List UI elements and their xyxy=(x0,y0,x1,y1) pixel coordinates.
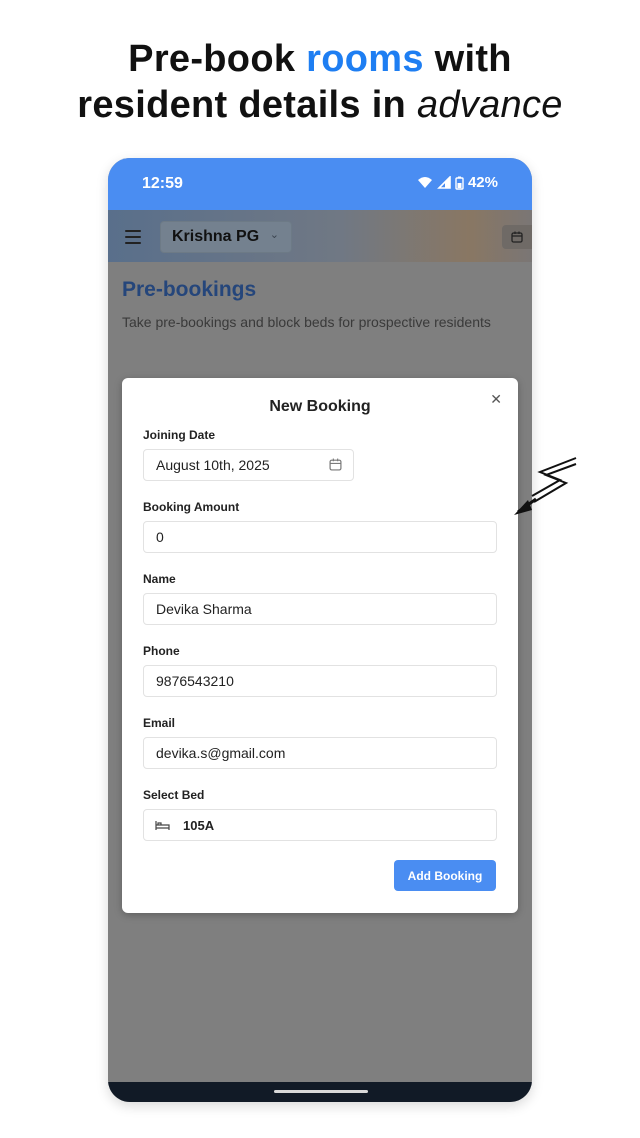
bed-icon xyxy=(155,820,170,831)
email-value: devika.s@gmail.com xyxy=(156,745,286,761)
property-select-label: Krishna PG xyxy=(172,228,260,245)
calendar-icon xyxy=(511,231,523,243)
phone-value: 9876543210 xyxy=(156,673,234,689)
name-label: Name xyxy=(143,572,176,586)
bed-select[interactable]: 105A xyxy=(143,809,497,841)
booking-amount-label: Booking Amount xyxy=(143,500,240,514)
pointer-arrow-icon xyxy=(514,457,577,515)
status-bar: 12:59 42% xyxy=(108,158,532,210)
page-title: Pre-bookings xyxy=(122,278,257,301)
headline-text: resident details in xyxy=(77,84,417,126)
select-bed-label: Select Bed xyxy=(143,788,205,802)
status-time: 12:59 xyxy=(142,175,183,192)
hamburger-icon[interactable] xyxy=(125,230,141,244)
joining-date-label: Joining Date xyxy=(143,428,216,442)
booking-amount-value: 0 xyxy=(156,529,164,545)
headline-text: with xyxy=(423,38,512,80)
name-field[interactable]: Devika Sharma xyxy=(143,593,497,625)
headline-accent: rooms xyxy=(306,38,424,80)
dialog-title: New Booking xyxy=(269,398,371,415)
phone-field[interactable]: 9876543210 xyxy=(143,665,497,697)
calendar-button[interactable] xyxy=(502,225,532,249)
joining-date-value: August 10th, 2025 xyxy=(156,457,270,473)
navigation-bar xyxy=(108,1082,532,1102)
wifi-icon xyxy=(417,177,432,188)
add-booking-button[interactable]: Add Booking xyxy=(394,860,496,891)
email-field[interactable]: devika.s@gmail.com xyxy=(143,737,497,769)
booking-amount-field[interactable]: 0 xyxy=(143,521,497,553)
joining-date-picker[interactable]: August 10th, 2025 xyxy=(143,449,354,481)
bed-value: 105A xyxy=(183,817,215,833)
headline-line-2: resident details in advance xyxy=(0,82,640,128)
close-icon[interactable]: ✕ xyxy=(490,391,502,408)
phone-label: Phone xyxy=(143,644,180,658)
battery-percent: 42% xyxy=(467,174,498,191)
name-value: Devika Sharma xyxy=(156,601,252,617)
new-booking-dialog: New Booking ✕ Joining Date August 10th, … xyxy=(122,378,518,913)
status-icons: 42% xyxy=(417,174,498,191)
calendar-icon xyxy=(329,458,342,471)
promo-headline: Pre-book rooms with resident details in … xyxy=(0,36,640,128)
headline-italic: advance xyxy=(416,84,563,126)
property-select[interactable]: Krishna PG ⌄ xyxy=(160,221,292,253)
headline-text: Pre-book xyxy=(128,38,307,80)
home-gesture-pill[interactable] xyxy=(274,1090,368,1093)
app-bar: Krishna PG ⌄ xyxy=(108,210,532,262)
page-subtitle: Take pre-bookings and block beds for pro… xyxy=(122,314,491,330)
email-label: Email xyxy=(143,716,176,730)
chevron-down-icon: ⌄ xyxy=(269,229,279,241)
headline-line-1: Pre-book rooms with xyxy=(0,36,640,82)
phone-frame: 12:59 42% Krishna PG ⌄ Pre-bookings Take… xyxy=(108,158,532,1102)
signal-icon xyxy=(437,176,451,189)
battery-icon xyxy=(455,176,464,190)
